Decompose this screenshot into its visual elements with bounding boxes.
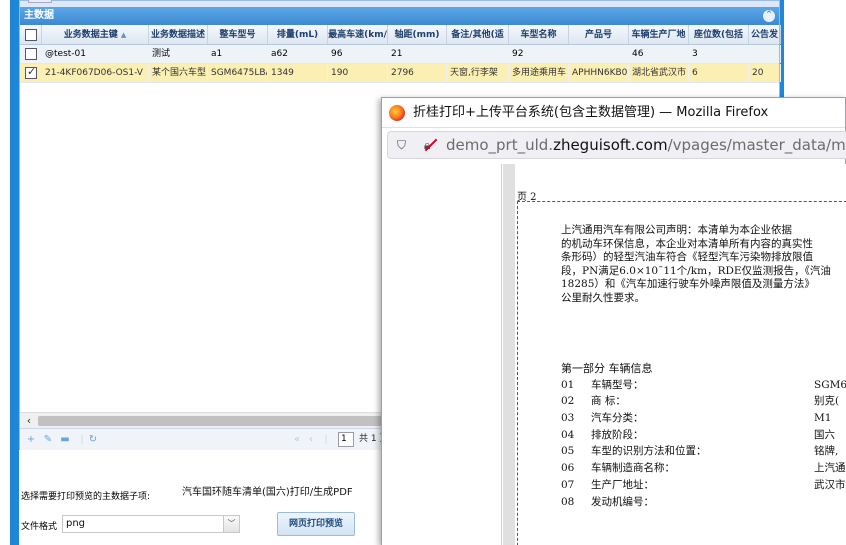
paragraph-line: 上汽通用汽车有限公司声明：本清单为本企业依据 bbox=[561, 224, 792, 236]
page-border-top bbox=[517, 201, 846, 202]
panel-title: 主数据 bbox=[24, 10, 54, 21]
cell-wheelbase: 2796 bbox=[388, 64, 447, 82]
print-item-select[interactable]: 汽车国环随车清单(国六)打印/生成PDF bbox=[179, 485, 379, 503]
col-max-speed[interactable]: 最高车速(km/ bbox=[328, 25, 388, 44]
url-text[interactable]: demo_prt_uld.zheguisoft.com/vpages/maste… bbox=[446, 132, 846, 158]
paragraph-line: 段，PN满足6.0×10¯11个/km，RDE仅监测报告，《汽油 bbox=[561, 264, 831, 277]
top-tab[interactable] bbox=[28, 0, 52, 3]
row-checkbox[interactable] bbox=[25, 65, 37, 79]
file-format-label: 文件格式 bbox=[21, 522, 58, 532]
cell-remark bbox=[447, 45, 509, 63]
cell-wheelbase: 21 bbox=[388, 45, 447, 63]
edit-icon[interactable]: ✎ bbox=[41, 433, 55, 447]
col-wheelbase[interactable]: 轴距(mm) bbox=[388, 25, 447, 44]
preview-sidebar bbox=[382, 164, 502, 545]
paragraph-line: 18285）和《汽车加速行驶车外噪声限值及测量方法》 bbox=[561, 278, 815, 290]
grid-header: 业务数据主键 ▲ 业务数据描述 整车型号 排量(mL) 最高车速(km/ 轴距(… bbox=[20, 25, 781, 45]
paragraph-line: 条形码）的轻型汽油车符合《轻型汽车污染物排放限值 bbox=[561, 251, 813, 263]
table-row[interactable]: @test-01 测试 a1 a62 96 21 92 46 3 bbox=[20, 45, 781, 64]
col-vehicle-model[interactable]: 整车型号 bbox=[208, 25, 268, 44]
preview-page: 页 2 上汽通用汽车有限公司声明：本清单为本企业依据 的机动车环保信息，本企业对… bbox=[515, 164, 846, 545]
col-remark[interactable]: 备注/其他(适 bbox=[447, 25, 509, 44]
scrollbar-thumb[interactable] bbox=[38, 416, 398, 426]
separator: | bbox=[324, 434, 328, 445]
cell-key: @test-01 bbox=[42, 45, 149, 63]
select-all-checkbox[interactable] bbox=[25, 29, 37, 41]
cell-name: 92 bbox=[509, 45, 569, 63]
cell-notice: 20 bbox=[749, 64, 781, 82]
cell-key: 21-4KF067D06-OS1-V bbox=[42, 64, 149, 82]
delete-icon[interactable]: ▬ bbox=[58, 433, 72, 447]
col-business-desc[interactable]: 业务数据描述 bbox=[149, 25, 208, 44]
section-title: 第一部分 车辆信息 bbox=[561, 362, 653, 375]
file-format-value: png bbox=[66, 518, 86, 529]
select-item-label: 选择需要打印预览的主数据子项: bbox=[21, 492, 151, 502]
firefox-window: 折桂打印+上传平台系统(包含主数据管理) — Mozilla Firefox ⛉… bbox=[381, 97, 846, 545]
cell-speed: 190 bbox=[328, 64, 388, 82]
panel-header: 主数据 ⌃ bbox=[20, 7, 779, 25]
col-factory-location[interactable]: 车辆生产厂地 bbox=[629, 25, 689, 44]
insecure-lock-icon[interactable]: 🔒︎ bbox=[424, 138, 438, 152]
cell-disp: 1349 bbox=[268, 64, 328, 82]
cell-name: 多用途乘用车 bbox=[509, 64, 569, 82]
scroll-left-icon[interactable]: ‹ bbox=[22, 414, 36, 428]
sort-asc-icon: ▲ bbox=[120, 31, 127, 39]
page-number-input[interactable]: 1 bbox=[338, 432, 354, 447]
cell-product bbox=[569, 45, 629, 63]
cell-seats: 6 bbox=[689, 64, 749, 82]
address-bar[interactable]: ⛉ 🔒︎ demo_prt_uld.zheguisoft.com/vpages/… bbox=[387, 131, 846, 159]
cell-desc: 测试 bbox=[149, 45, 208, 63]
refresh-icon[interactable]: ↻ bbox=[86, 433, 100, 447]
cell-notice bbox=[749, 45, 781, 63]
cell-desc: 某个国六车型 bbox=[149, 64, 208, 82]
page-border-left bbox=[517, 201, 518, 545]
cell-model: SGM6475LBA4 bbox=[208, 64, 268, 82]
desktop: 主数据 ⌃ 业务数据主键 ▲ 业务数据描述 整车型号 排量(mL) 最高车速(k… bbox=[0, 0, 846, 545]
window-title: 折桂打印+上传平台系统(包含主数据管理) — Mozilla Firefox bbox=[413, 105, 769, 120]
cell-remark: 天窗,行李架 bbox=[447, 64, 509, 82]
cell-factory: 46 bbox=[629, 45, 689, 63]
collapse-icon[interactable]: ⌃ bbox=[763, 10, 775, 22]
select-all-column[interactable] bbox=[20, 25, 42, 44]
cell-product: APHHN6KB03M bbox=[569, 64, 629, 82]
firefox-logo-icon bbox=[389, 105, 405, 121]
col-displacement[interactable]: 排量(mL) bbox=[268, 25, 328, 44]
cell-seats: 3 bbox=[689, 45, 749, 63]
first-page-icon[interactable]: « bbox=[290, 433, 304, 447]
paragraph-line: 的机动车环保信息，本企业对本清单所有内容的真实性 bbox=[561, 237, 813, 250]
table-row[interactable]: 21-4KF067D06-OS1-V 某个国六车型 SGM6475LBA4 13… bbox=[20, 64, 781, 83]
col-business-key[interactable]: 业务数据主键 ▲ bbox=[42, 25, 149, 44]
col-seats[interactable]: 座位数(包括 bbox=[689, 25, 749, 44]
paragraph-line: 公里耐久性要求。 bbox=[561, 291, 645, 304]
tracking-shield-icon[interactable]: ⛉ bbox=[397, 138, 410, 152]
prev-page-icon[interactable]: ‹ bbox=[304, 433, 318, 447]
cell-disp: a62 bbox=[268, 45, 328, 63]
cell-model: a1 bbox=[208, 45, 268, 63]
chevron-down-icon[interactable]: ﹀ bbox=[223, 516, 239, 532]
add-icon[interactable]: + bbox=[24, 433, 38, 447]
web-print-preview-button[interactable]: 网页打印预览 bbox=[277, 512, 355, 536]
declaration-paragraph: 上汽通用汽车有限公司声明：本清单为本企业依据 的机动车环保信息，本企业对本清单所… bbox=[561, 224, 846, 305]
col-product-no[interactable]: 产品号 bbox=[569, 25, 629, 44]
cell-factory: 湖北省武汉市 bbox=[629, 64, 689, 82]
cell-speed: 96 bbox=[328, 45, 388, 63]
file-format-select[interactable]: png ﹀ bbox=[62, 515, 240, 533]
print-preview-content: 页 2 上汽通用汽车有限公司声明：本清单为本企业依据 的机动车环保信息，本企业对… bbox=[382, 164, 846, 545]
firefox-titlebar[interactable]: 折桂打印+上传平台系统(包含主数据管理) — Mozilla Firefox bbox=[382, 98, 845, 128]
col-vehicle-name[interactable]: 车型名称 bbox=[509, 25, 569, 44]
col-notice[interactable]: 公告发 bbox=[749, 25, 781, 44]
row-checkbox[interactable] bbox=[25, 48, 37, 60]
preview-area[interactable]: 页 2 上汽通用汽车有限公司声明：本清单为本企业依据 的机动车环保信息，本企业对… bbox=[503, 164, 846, 545]
